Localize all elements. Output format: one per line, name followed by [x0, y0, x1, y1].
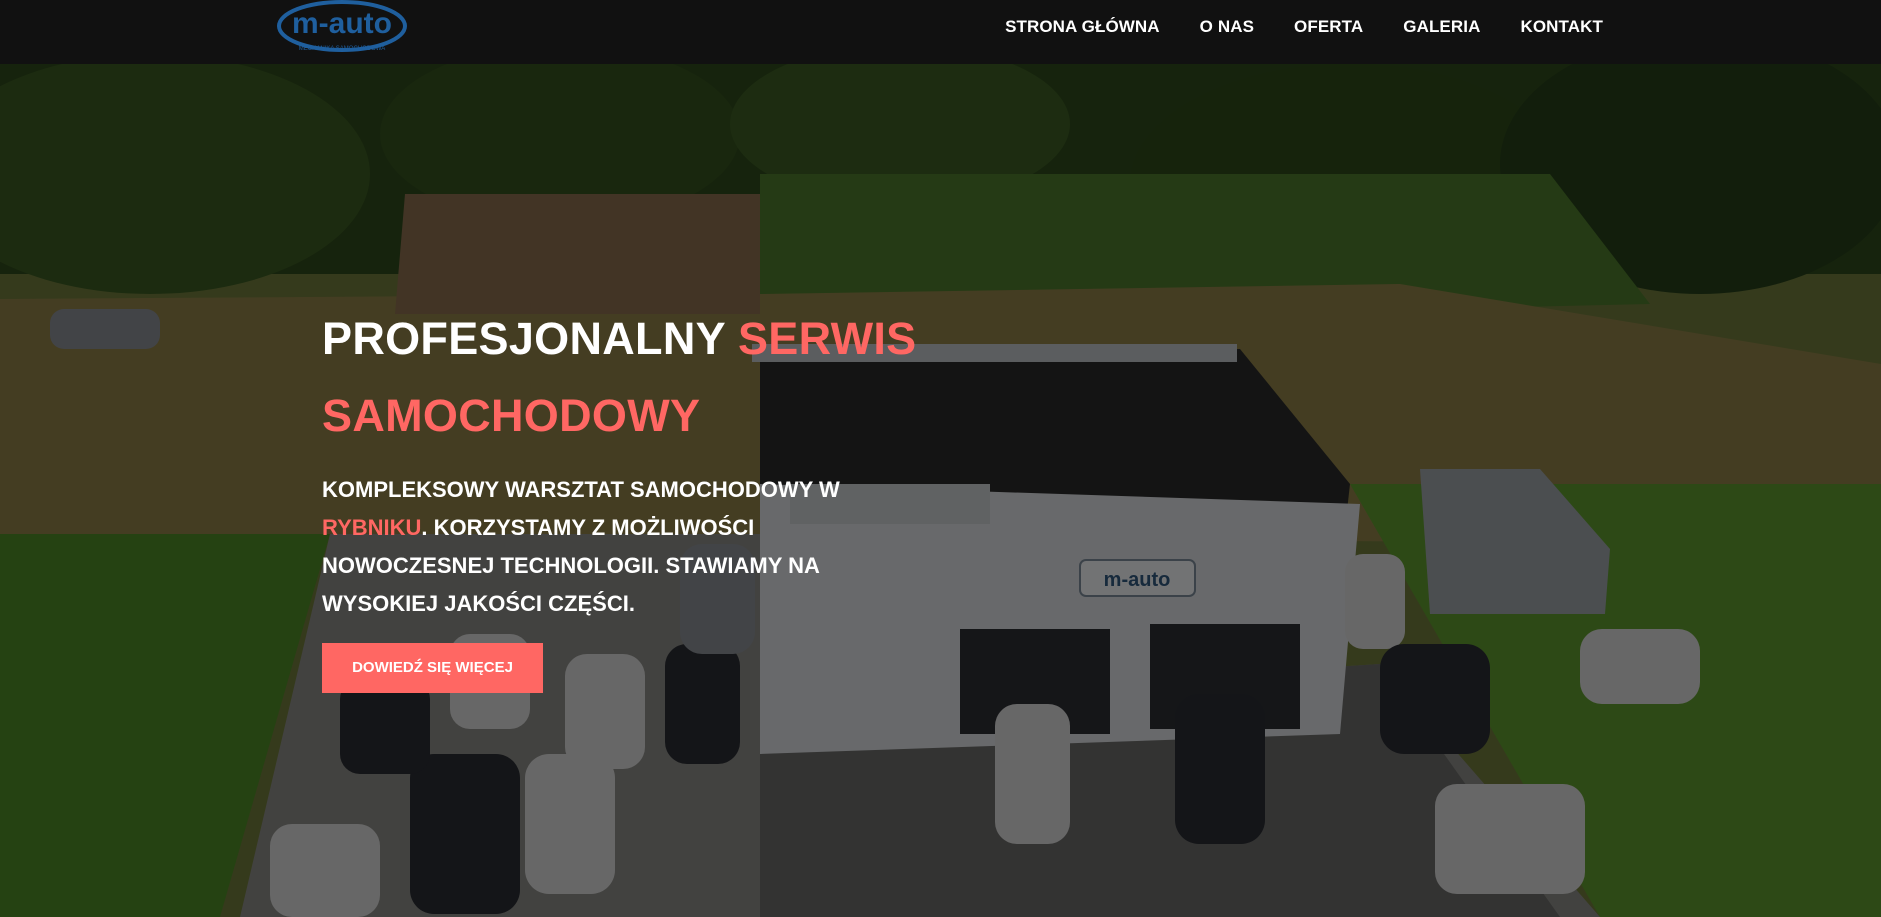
m-auto-logo-icon: m-auto MECHANIKA SAMOCHODOWA	[277, 0, 407, 52]
learn-more-button[interactable]: DOWIEDŹ SIĘ WIĘCEJ	[322, 643, 543, 693]
logo-tagline: MECHANIKA SAMOCHODOWA	[299, 46, 385, 52]
nav-item-home[interactable]: STRONA GŁÓWNA	[1005, 17, 1160, 37]
hero-content: PROFESJONALNY SERWIS SAMOCHODOWY KOMPLEKS…	[322, 300, 942, 693]
hero-title-part1: PROFESJONALNY	[322, 313, 738, 364]
hero-title: PROFESJONALNY SERWIS SAMOCHODOWY	[322, 300, 942, 454]
hero-title-accent-serwis: SERWIS	[737, 313, 917, 364]
nav-item-gallery[interactable]: GALERIA	[1403, 17, 1480, 37]
hero-desc-city: RYBNIKU	[322, 515, 422, 540]
top-navbar: m-auto MECHANIKA SAMOCHODOWA STRONA GŁÓW…	[0, 0, 1881, 64]
nav-item-contact[interactable]: KONTAKT	[1520, 17, 1603, 37]
site-logo[interactable]: m-auto MECHANIKA SAMOCHODOWA	[276, 0, 410, 56]
page: m-auto MECHANIKA SAMOCHODOWA STRONA GŁÓW…	[0, 0, 1881, 917]
logo-text: m-auto	[292, 7, 392, 40]
hero-description: KOMPLEKSOWY WARSZTAT SAMOCHODOWY W RYBNI…	[322, 471, 882, 623]
nav-item-about[interactable]: O NAS	[1200, 17, 1254, 37]
hero-desc-part1: KOMPLEKSOWY WARSZTAT SAMOCHODOWY W	[322, 477, 840, 502]
nav-item-offer[interactable]: OFERTA	[1294, 17, 1363, 37]
main-menu: STRONA GŁÓWNA O NAS OFERTA GALERIA KONTA…	[1005, 0, 1603, 54]
hero-title-accent-samochodowy: SAMOCHODOWY	[322, 390, 701, 441]
